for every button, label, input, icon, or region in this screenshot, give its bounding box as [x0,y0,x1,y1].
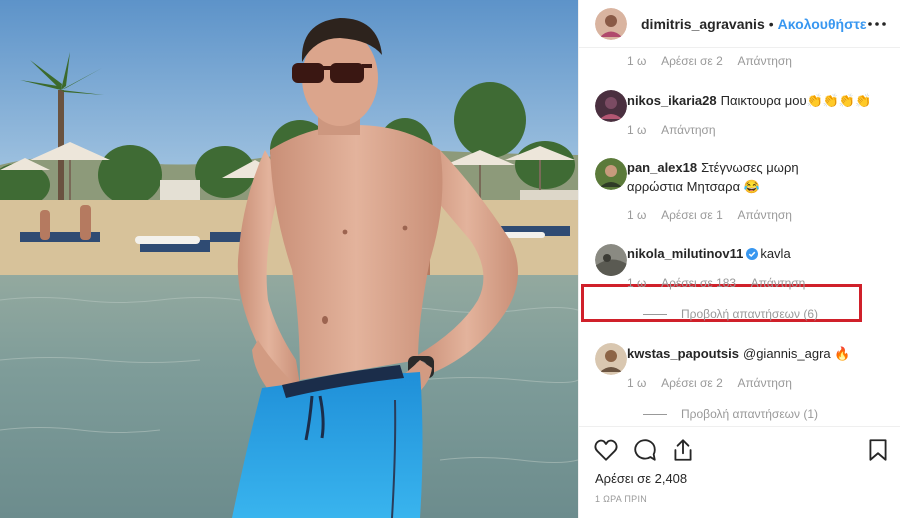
bookmark-icon[interactable] [865,437,891,463]
reply-button[interactable]: Απάντηση [751,276,806,290]
comment-time: 1 ω [627,276,647,290]
comment-body: Παικτουρα μου👏👏👏👏 [720,93,872,108]
view-replies-button[interactable]: Προβολή απαντήσεων (6) [643,307,818,321]
header-separator: • [768,15,774,32]
view-replies-label: Προβολή απαντήσεων (6) [681,307,819,321]
commenter-username[interactable]: pan_alex18 [627,160,697,175]
follow-button[interactable]: Ακολουθήστε [778,16,867,32]
comment-body: Στέγνωσες μωρη [701,160,799,175]
post-side-panel: dimitris_agravanis • Ακολουθήστε 1 ω Αρέ… [578,0,900,518]
commenter-avatar[interactable] [595,158,627,190]
comment-body-line-2: αρρώστια Μητσαρα 😂 [627,179,760,194]
post-photo[interactable] [0,0,578,518]
more-horizontal-icon[interactable] [867,14,887,34]
comment-meta: 1 ω Αρέσει σε 2 Απάντηση [627,376,804,390]
comment-time: 1 ω [627,54,647,68]
heart-icon[interactable] [593,437,619,463]
comment-likes[interactable]: Αρέσει σε 2 [661,54,723,68]
comment-meta: 1 ω Αρέσει σε 1 Απάντηση [627,208,804,222]
commenter-username[interactable]: nikos_ikaria28 [627,93,717,108]
view-replies-button[interactable]: Προβολή απαντήσεων (1) [643,407,818,421]
comment-time: 1 ω [627,123,647,137]
view-replies-label: Προβολή απαντήσεων (1) [681,407,819,421]
comment-meta-partial: 1 ω Αρέσει σε 2 Απάντηση [627,54,804,68]
comment-likes[interactable]: Αρέσει σε 1 [661,208,723,222]
commenter-username[interactable]: nikola_milutinov11 [627,246,743,261]
comment-text-line: nikola_milutinov11 kavla [627,245,791,265]
author-avatar-image [595,7,627,40]
comments-list[interactable]: 1 ω Αρέσει σε 2 Απάντηση nikos_ikaria28 Π… [579,48,900,426]
post-timestamp: 1 ΩΡΑ ΠΡΙΝ [595,494,648,504]
comment-time: 1 ω [627,208,647,222]
comment-text-line: nikos_ikaria28 Παικτουρα μου👏👏👏👏 [627,92,871,110]
post-header: dimitris_agravanis • Ακολουθήστε [579,0,900,48]
comment-text-line: pan_alex18 Στέγνωσες μωρη [627,159,799,177]
beach-photo-illustration [0,0,578,518]
reply-button[interactable]: Απάντηση [737,54,792,68]
likes-count[interactable]: Αρέσει σε 2,408 [595,471,687,486]
comment-meta: 1 ω Αρέσει σε 183 Απάντηση [627,276,817,290]
commenter-avatar[interactable] [595,343,627,375]
comment-likes[interactable]: Αρέσει σε 183 [661,276,736,290]
share-icon[interactable] [670,437,696,463]
author-avatar[interactable] [595,7,627,40]
comment-time: 1 ω [627,376,647,390]
comment-text-line: kwstas_papoutsis @giannis_agra 🔥 [627,345,850,363]
reply-button[interactable]: Απάντηση [737,376,792,390]
reply-button[interactable]: Απάντηση [661,123,716,137]
author-username[interactable]: dimitris_agravanis [641,16,765,32]
comment-body: @giannis_agra 🔥 [743,346,851,361]
replies-divider-line [643,413,667,415]
comment-body: kavla [760,246,791,261]
commenter-avatar[interactable] [595,244,627,276]
comment-icon[interactable] [632,437,658,463]
verified-badge-icon [746,247,759,265]
post-actions: Αρέσει σε 2,408 1 ΩΡΑ ΠΡΙΝ [579,426,900,518]
commenter-username[interactable]: kwstas_papoutsis [627,346,739,361]
comment-likes[interactable]: Αρέσει σε 2 [661,376,723,390]
comment-meta: 1 ω Απάντηση [627,123,728,137]
replies-divider-line [643,313,667,315]
commenter-avatar[interactable] [595,90,627,122]
reply-button[interactable]: Απάντηση [737,208,792,222]
